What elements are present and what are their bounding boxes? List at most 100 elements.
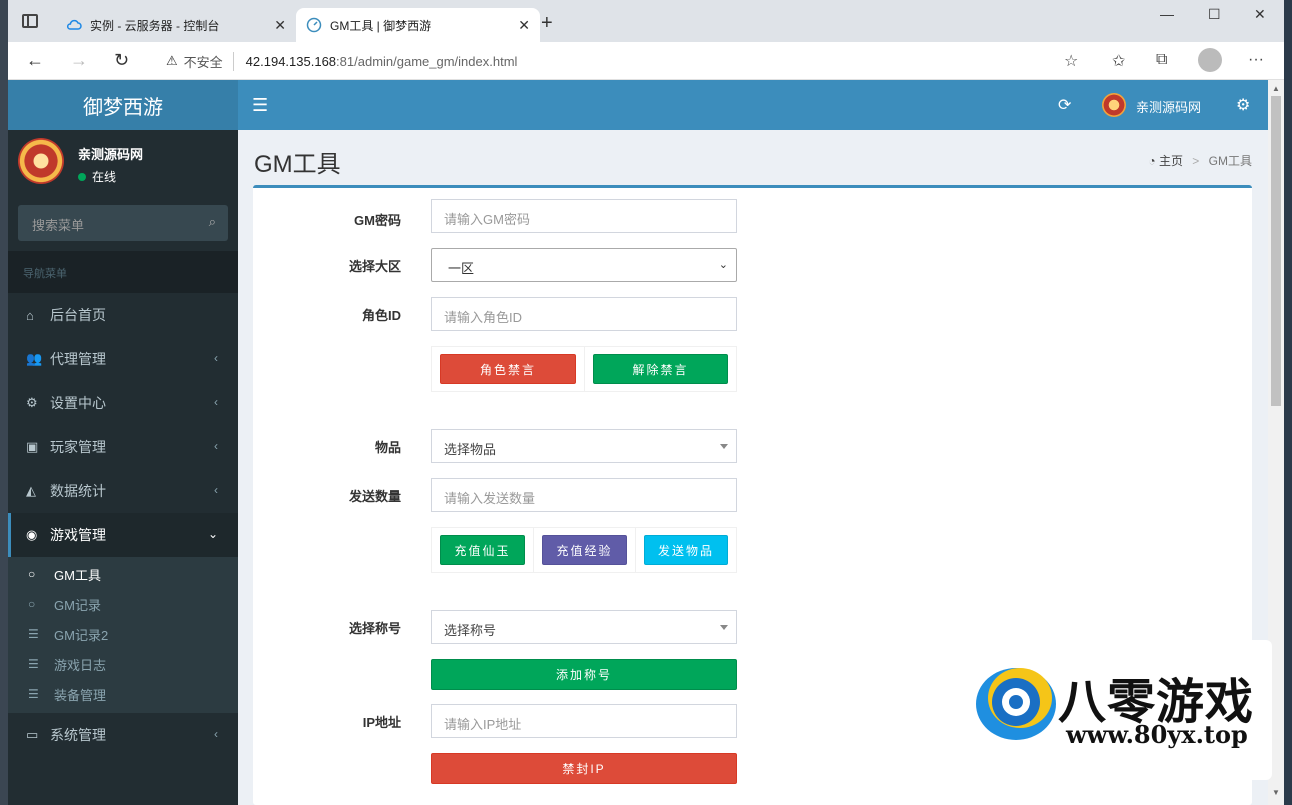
sidebar-subitem-label: GM工具 <box>54 567 101 583</box>
sidebar-search-input[interactable]: 搜索菜单 ⌕ <box>18 205 228 241</box>
tab-title: 实例 - 云服务器 - 控制台 <box>90 18 220 33</box>
item-select[interactable]: 选择物品 <box>431 429 737 463</box>
breadcrumb: ◔ 主页 > GM工具 <box>1148 152 1252 169</box>
sidebar-user-name: 亲测源码网 <box>78 147 144 162</box>
recharge-exp-button[interactable]: 充值经验 <box>542 535 627 565</box>
dashboard-icon: ◔ <box>1148 154 1156 168</box>
list-icon: ☰ <box>28 627 39 641</box>
more-icon[interactable]: ··· <box>1248 51 1264 69</box>
title-select[interactable]: 选择称号 <box>431 610 737 644</box>
sidebar-subitem-gm-tool[interactable]: ○ GM工具 <box>8 559 238 589</box>
page-title: GM工具 <box>254 151 341 178</box>
sidebar-item-label: 游戏管理 <box>50 527 106 543</box>
app-logo[interactable]: 御梦西游 <box>8 80 238 130</box>
chevron-down-icon: ⌄ <box>207 527 218 541</box>
gamepad-icon: ◉ <box>26 527 38 542</box>
address-bar: ← → ↻ ⚠ 不安全 42.194.135.168 :81/admin/gam… <box>8 42 1284 80</box>
title-label: 选择称号 <box>348 620 401 636</box>
quantity-field[interactable]: 请输入发送数量 <box>431 478 737 512</box>
sidebar-subitem-game-log[interactable]: ☰ 游戏日志 <box>8 649 238 679</box>
sidebar-menu: ⌂ 后台首页 👥 代理管理 ‹ ⚙ 设置中心 ‹ ▣ 玩家管理 ‹ ◭ 数据统计… <box>8 293 238 757</box>
back-icon[interactable]: ← <box>26 50 44 71</box>
sidebar-item-label: 玩家管理 <box>50 439 106 455</box>
close-icon[interactable]: ✕ <box>518 17 530 34</box>
sidebar-item-game[interactable]: ◉ 游戏管理 ⌄ <box>8 513 238 557</box>
refresh-icon[interactable]: ⟳ <box>1058 95 1071 115</box>
sidebar-item-home[interactable]: ⌂ 后台首页 <box>8 293 238 337</box>
breadcrumb-home[interactable]: 主页 <box>1159 154 1183 168</box>
desktop-edge <box>0 0 8 805</box>
scrollbar-thumb[interactable] <box>1271 96 1281 406</box>
sidebar-item-agents[interactable]: 👥 代理管理 ‹ <box>8 337 238 381</box>
url-host: 42.194.135.168 <box>245 53 337 69</box>
navbar-username[interactable]: 亲测源码网 <box>1136 97 1201 116</box>
avatar[interactable] <box>1102 93 1126 117</box>
sidebar-item-label: 系统管理 <box>50 727 106 743</box>
browser-tab-gm[interactable]: GM工具 | 御梦西游 ✕ <box>296 8 540 42</box>
close-icon[interactable]: ✕ <box>274 17 286 34</box>
circle-icon: ○ <box>28 567 36 581</box>
user-panel: 亲测源码网 在线 <box>8 130 238 194</box>
top-navbar: ☰ ⟳ 亲测源码网 ⚙ <box>238 80 1268 130</box>
chevron-left-icon: ‹ <box>214 727 218 741</box>
list-icon: ☰ <box>28 657 39 671</box>
menu-toggle-icon[interactable]: ☰ <box>252 95 268 116</box>
breadcrumb-separator: > <box>1192 154 1200 168</box>
sidebar-item-players[interactable]: ▣ 玩家管理 ‹ <box>8 425 238 469</box>
server-select-value: 一区 <box>448 261 475 276</box>
ban-ip-button[interactable]: 禁封IP <box>431 753 737 784</box>
collections-icon[interactable]: ⧉ <box>1156 51 1167 69</box>
profile-avatar[interactable] <box>1198 48 1222 72</box>
recharge-jade-button[interactable]: 充值仙玉 <box>440 535 525 565</box>
favorite-add-icon[interactable]: ☆ <box>1064 51 1078 71</box>
browser-tab-console[interactable]: 实例 - 云服务器 - 控制台 ✕ <box>56 8 296 42</box>
chevron-left-icon: ‹ <box>214 351 218 365</box>
search-icon[interactable]: ⌕ <box>209 214 216 230</box>
sidebar-subitem-gm-log2[interactable]: ☰ GM记录2 <box>8 619 238 649</box>
sidebar-header: 导航菜单 <box>8 251 238 293</box>
sidebar-item-label: 数据统计 <box>50 483 106 499</box>
chevron-left-icon: ‹ <box>214 483 218 497</box>
mute-role-button[interactable]: 角色禁言 <box>440 354 576 384</box>
sidebar-item-label: 后台首页 <box>50 307 106 323</box>
new-tab-icon[interactable]: + <box>541 12 553 35</box>
item-select-value: 选择物品 <box>444 442 497 457</box>
sidebar: 亲测源码网 在线 搜索菜单 ⌕ 导航菜单 ⌂ 后台首页 👥 代理管理 ‹ ⚙ 设… <box>8 130 238 805</box>
tab-actions-icon[interactable] <box>22 14 38 28</box>
send-button-group: 充值仙玉 充值经验 发送物品 <box>431 527 737 573</box>
ip-field[interactable]: 请输入IP地址 <box>431 704 737 738</box>
sidebar-item-system[interactable]: ▭ 系统管理 ‹ <box>8 713 238 757</box>
watermark-logo-icon <box>976 668 1056 740</box>
sidebar-subitem-label: 游戏日志 <box>54 657 107 673</box>
sidebar-subitem-gm-log[interactable]: ○ GM记录 <box>8 589 238 619</box>
users-icon: 👥 <box>26 351 43 366</box>
scroll-down-icon[interactable]: ▼ <box>1272 788 1280 797</box>
mute-button-group: 角色禁言 解除禁言 <box>431 346 737 392</box>
cloud-icon <box>66 19 82 30</box>
sidebar-subitem-label: 装备管理 <box>54 687 107 703</box>
reload-icon[interactable]: ↻ <box>114 50 129 71</box>
server-select[interactable]: 一区 ⌄ <box>431 248 737 282</box>
add-title-button[interactable]: 添加称号 <box>431 659 737 690</box>
sidebar-subitem-equipment[interactable]: ☰ 装备管理 <box>8 679 238 709</box>
browser-tabbar: 实例 - 云服务器 - 控制台 ✕ GM工具 | 御梦西游 ✕ + — ☐ ✕ <box>8 0 1284 42</box>
unmute-role-button[interactable]: 解除禁言 <box>593 354 728 384</box>
send-item-button[interactable]: 发送物品 <box>644 535 728 565</box>
dropdown-arrow-icon <box>720 444 728 449</box>
scroll-up-icon[interactable]: ▲ <box>1272 84 1280 93</box>
window-close-icon[interactable]: ✕ <box>1254 6 1266 23</box>
minimize-icon[interactable]: — <box>1160 6 1174 22</box>
forward-icon[interactable]: → <box>70 50 88 71</box>
sidebar-item-stats[interactable]: ◭ 数据统计 ‹ <box>8 469 238 513</box>
gm-password-field[interactable]: 请输入GM密码 <box>431 199 737 233</box>
favorites-icon[interactable]: ✩ <box>1112 51 1125 71</box>
dashboard-icon <box>306 17 322 33</box>
role-id-field[interactable]: 请输入角色ID <box>431 297 737 331</box>
title-select-value: 选择称号 <box>444 623 497 638</box>
role-id-label: 角色ID <box>361 307 401 323</box>
sidebar-item-settings[interactable]: ⚙ 设置中心 ‹ <box>8 381 238 425</box>
gears-icon[interactable]: ⚙ <box>1236 95 1250 115</box>
url-field[interactable]: ⚠ 不安全 42.194.135.168 :81/admin/game_gm/i… <box>152 46 1092 76</box>
desktop-icon: ▭ <box>26 727 39 742</box>
maximize-icon[interactable]: ☐ <box>1208 6 1221 23</box>
